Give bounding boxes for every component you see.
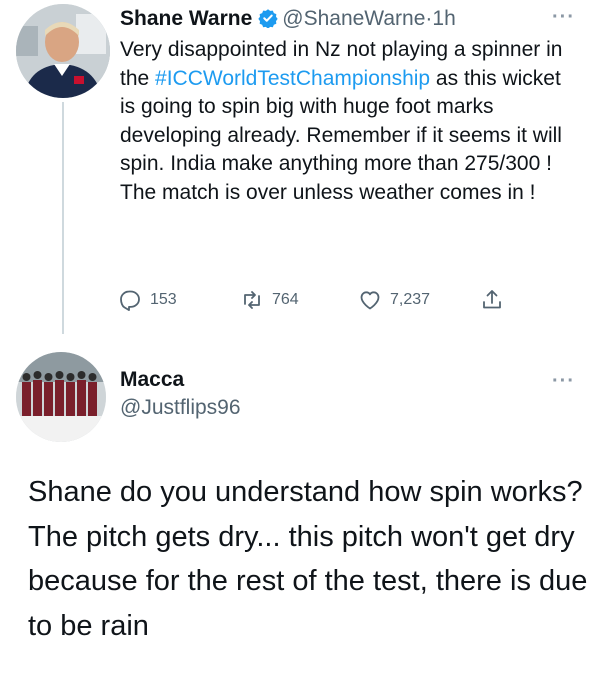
timestamp[interactable]: 1h xyxy=(432,7,455,30)
author-handle[interactable]: @Justflips96 xyxy=(120,396,241,420)
like-button[interactable]: 7,237 xyxy=(358,288,430,312)
tweet1-text: Very disappointed in Nz not playing a sp… xyxy=(120,36,580,207)
thread-line xyxy=(62,102,64,334)
retweet-button[interactable]: 764 xyxy=(240,288,299,312)
like-count: 7,237 xyxy=(390,291,431,308)
like-icon xyxy=(358,288,382,312)
share-icon xyxy=(480,288,504,312)
reply-icon xyxy=(118,288,142,312)
tweet1-header: Shane Warne @ShaneWarne·1h xyxy=(120,6,456,35)
retweet-icon xyxy=(240,288,264,312)
author-name[interactable]: Macca xyxy=(120,368,184,392)
hashtag-link[interactable]: #ICCWorldTestChampionship xyxy=(155,67,430,90)
more-icon[interactable]: ··· xyxy=(552,6,575,29)
reply-button[interactable]: 153 xyxy=(118,288,177,312)
tweet2-text: Shane do you understand how spin works? … xyxy=(28,476,588,642)
more-icon[interactable]: ··· xyxy=(552,370,575,393)
retweet-count: 764 xyxy=(272,291,299,308)
verified-badge-icon xyxy=(258,8,278,35)
reply-count: 153 xyxy=(150,291,177,308)
author-name[interactable]: Shane Warne xyxy=(120,7,252,30)
share-button[interactable] xyxy=(480,288,504,312)
author-handle[interactable]: @ShaneWarne xyxy=(282,7,425,30)
avatar-shane-warne[interactable] xyxy=(16,4,110,98)
avatar-macca[interactable] xyxy=(16,352,106,442)
